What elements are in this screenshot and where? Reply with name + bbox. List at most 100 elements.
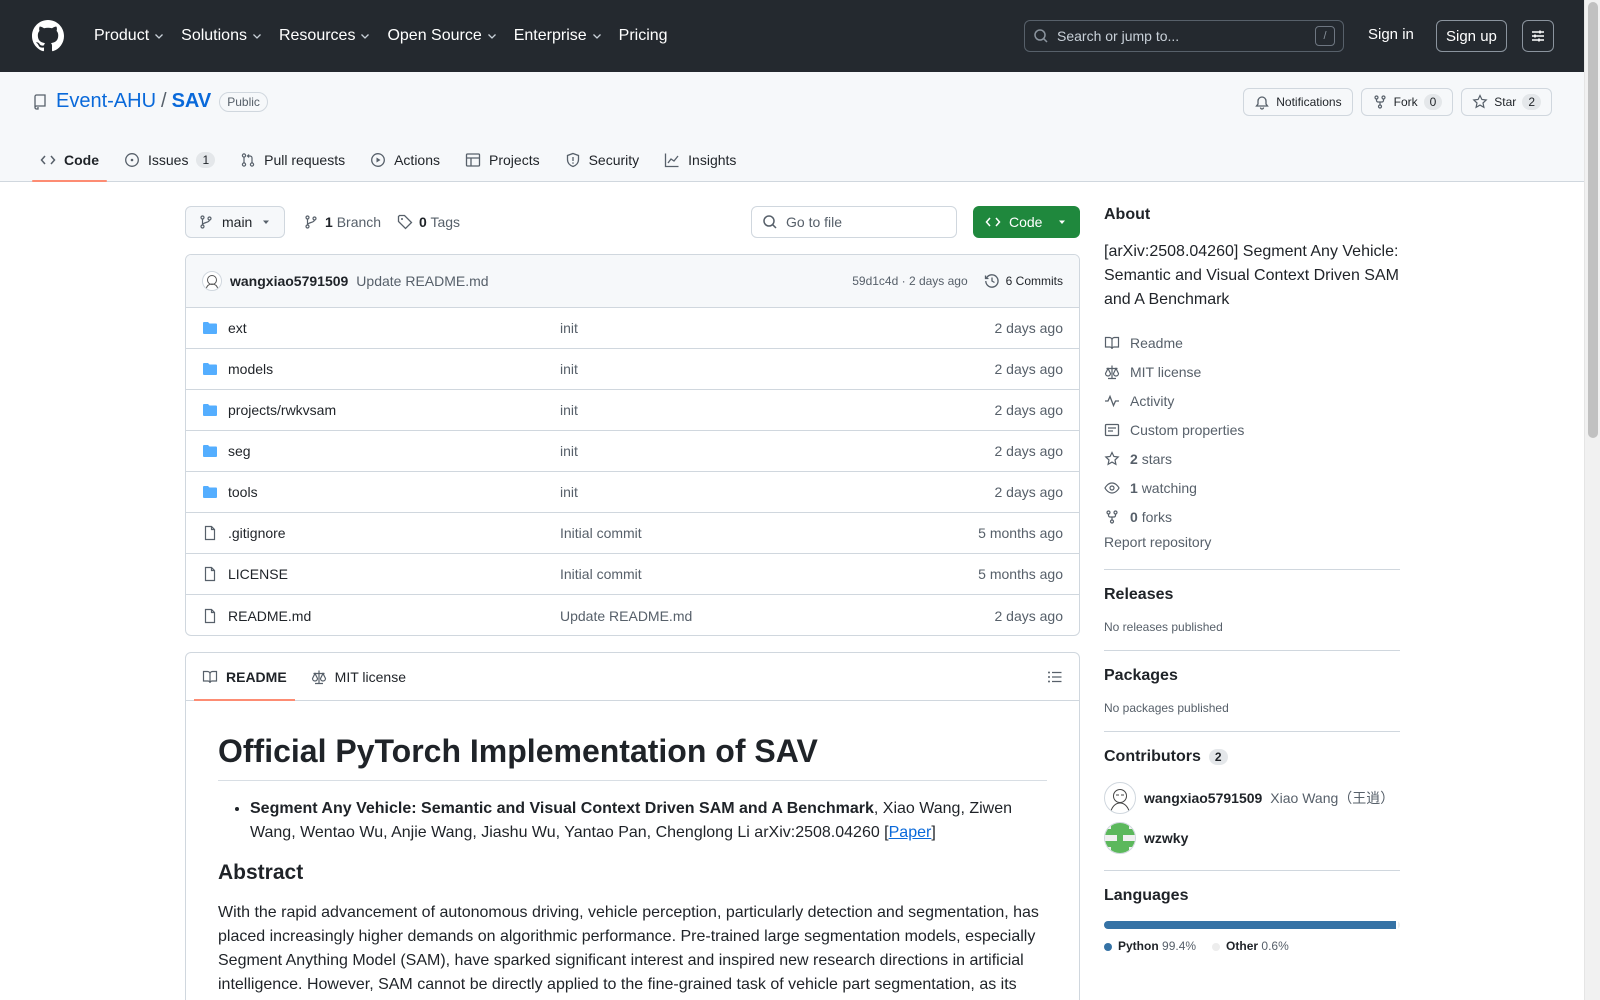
file-commit-message-link[interactable]: init	[560, 320, 578, 336]
scrollbar-thumb[interactable]	[1588, 2, 1598, 438]
global-search-input[interactable]: Search or jump to... /	[1024, 20, 1344, 52]
commit-hash-time[interactable]: 59d1c4d · 2 days ago	[852, 274, 967, 288]
file-row: tools init 2 days ago	[186, 472, 1079, 513]
tags-link[interactable]: 0 Tags	[419, 214, 460, 230]
file-commit-date: 2 days ago	[994, 607, 1064, 624]
file-name-link[interactable]: projects/rwkvsam	[228, 402, 336, 418]
file-row: projects/rwkvsam init 2 days ago	[186, 390, 1079, 431]
fork-button[interactable]: Fork 0	[1360, 88, 1454, 116]
tab-license[interactable]: MIT license	[303, 653, 414, 701]
search-icon	[763, 215, 777, 229]
notifications-button[interactable]: Notifications	[1243, 88, 1353, 116]
outline-button[interactable]	[1047, 669, 1063, 685]
page-scrollbar[interactable]	[1584, 0, 1600, 1000]
nav-label: Open Source	[387, 27, 482, 44]
latest-commit-bar: wangxiao5791509 Update README.md 59d1c4d…	[186, 255, 1079, 308]
sign-in-link[interactable]: Sign in	[1368, 26, 1414, 43]
tab-label: Security	[588, 152, 640, 168]
file-commit-message-link[interactable]: init	[560, 443, 578, 459]
file-name-link[interactable]: ext	[228, 320, 247, 336]
file-name-link[interactable]: LICENSE	[228, 566, 288, 582]
nav-pricing[interactable]: Pricing	[611, 20, 676, 52]
repo-title: Event-AHU / SAV Public	[32, 90, 268, 113]
nav-product[interactable]: Product	[86, 20, 173, 52]
file-type-icon-wrap	[202, 566, 218, 582]
file-commit-message-link[interactable]: init	[560, 484, 578, 500]
go-to-file-input[interactable]: Go to file	[751, 206, 957, 238]
language-item[interactable]: Other 0.6%	[1212, 939, 1289, 953]
list-unordered-icon	[1048, 671, 1062, 683]
bell-icon	[1255, 96, 1270, 110]
language-item[interactable]: Python 99.4%	[1104, 939, 1196, 953]
activity-link[interactable]: Activity	[1104, 386, 1400, 415]
contributors-section: Contributors 2 wangxiao5791509 Xiao Wang…	[1104, 731, 1400, 854]
language-bar-segment	[1398, 921, 1400, 929]
readme-bullet-list: Segment Any Vehicle: Semantic and Visual…	[218, 797, 1047, 845]
sign-up-button[interactable]: Sign up	[1436, 20, 1507, 52]
branch-icon	[200, 215, 212, 229]
tab-security[interactable]: Security	[557, 138, 648, 182]
forks-text: 0 forks	[1130, 509, 1172, 525]
contributors-heading[interactable]: Contributors 2	[1104, 748, 1400, 766]
tab-projects[interactable]: Projects	[457, 138, 548, 182]
languages-section: Languages Python 99.4% Other 0.6%	[1104, 870, 1400, 953]
repo-owner-link[interactable]: Event-AHU	[56, 90, 156, 113]
readme-link[interactable]: Readme	[1104, 328, 1400, 357]
file-icon	[204, 608, 216, 623]
tab-insights[interactable]: Insights	[656, 138, 744, 182]
commits-count-label: 6 Commits	[1005, 274, 1063, 288]
custom-properties-link[interactable]: Custom properties	[1104, 415, 1400, 444]
tab-issues[interactable]: Issues 1	[116, 138, 223, 182]
tab-pull-requests[interactable]: Pull requests	[232, 138, 353, 182]
github-logo-icon[interactable]	[32, 20, 64, 52]
contributor-item[interactable]: wzwky	[1104, 822, 1400, 854]
tab-label: Insights	[688, 152, 737, 168]
packages-heading[interactable]: Packages	[1104, 667, 1400, 685]
branch-select-button[interactable]: main	[185, 206, 286, 238]
header-menu-button[interactable]	[1522, 20, 1554, 52]
report-repository-link[interactable]: Report repository	[1104, 531, 1400, 553]
file-type-icon-wrap	[202, 402, 218, 418]
visibility-badge: Public	[219, 91, 268, 112]
paper-link[interactable]: Paper	[889, 824, 932, 841]
file-name-link[interactable]: tools	[228, 484, 258, 500]
about-list: Readme MIT license Activity Custom prope…	[1104, 328, 1400, 531]
forks-link[interactable]: 0 forks	[1104, 502, 1400, 531]
file-name-link[interactable]: README.md	[228, 608, 311, 624]
contributor-login: wzwky	[1144, 830, 1189, 846]
file-commit-message-link[interactable]: Initial commit	[560, 566, 642, 582]
license-link[interactable]: MIT license	[1104, 357, 1400, 386]
nav-open-source[interactable]: Open Source	[379, 20, 505, 52]
file-name-link[interactable]: models	[228, 361, 273, 377]
file-commit-message-link[interactable]: init	[560, 361, 578, 377]
nav-enterprise[interactable]: Enterprise	[506, 20, 611, 52]
file-commit-message-link[interactable]: init	[560, 402, 578, 418]
tab-code[interactable]: Code	[32, 138, 107, 182]
chevron-down-icon	[253, 34, 261, 39]
file-commit-message-link[interactable]: Update README.md	[560, 608, 692, 624]
contributor-item[interactable]: wangxiao5791509 Xiao Wang（王逍）	[1104, 782, 1400, 814]
avatar[interactable]	[202, 271, 222, 291]
contributors-label: Contributors	[1104, 748, 1201, 765]
readme-panel: README MIT license Official PyTorch Impl…	[185, 652, 1080, 1000]
code-dropdown-button[interactable]: Code	[973, 206, 1080, 238]
branches-link[interactable]: 1 Branch	[325, 214, 381, 230]
stars-link[interactable]: 2 stars	[1104, 444, 1400, 473]
tab-readme[interactable]: README	[194, 653, 295, 701]
nav-resources[interactable]: Resources	[271, 20, 379, 52]
repo-name-link[interactable]: SAV	[172, 90, 212, 113]
avatar	[1104, 782, 1136, 814]
tab-actions[interactable]: Actions	[362, 138, 448, 182]
file-icon	[204, 566, 216, 582]
star-button[interactable]: Star 2	[1461, 88, 1552, 116]
file-row: .gitignore Initial commit 5 months ago	[186, 513, 1079, 554]
file-name-link[interactable]: seg	[228, 443, 251, 459]
commits-history-link[interactable]: 6 Commits	[984, 273, 1063, 289]
commit-author-link[interactable]: wangxiao5791509	[230, 273, 348, 289]
file-commit-message-link[interactable]: Initial commit	[560, 525, 642, 541]
watchers-link[interactable]: 1 watching	[1104, 473, 1400, 502]
commit-message-link[interactable]: Update README.md	[356, 273, 488, 289]
releases-heading[interactable]: Releases	[1104, 586, 1400, 604]
file-name-link[interactable]: .gitignore	[228, 525, 286, 541]
nav-solutions[interactable]: Solutions	[173, 20, 271, 52]
